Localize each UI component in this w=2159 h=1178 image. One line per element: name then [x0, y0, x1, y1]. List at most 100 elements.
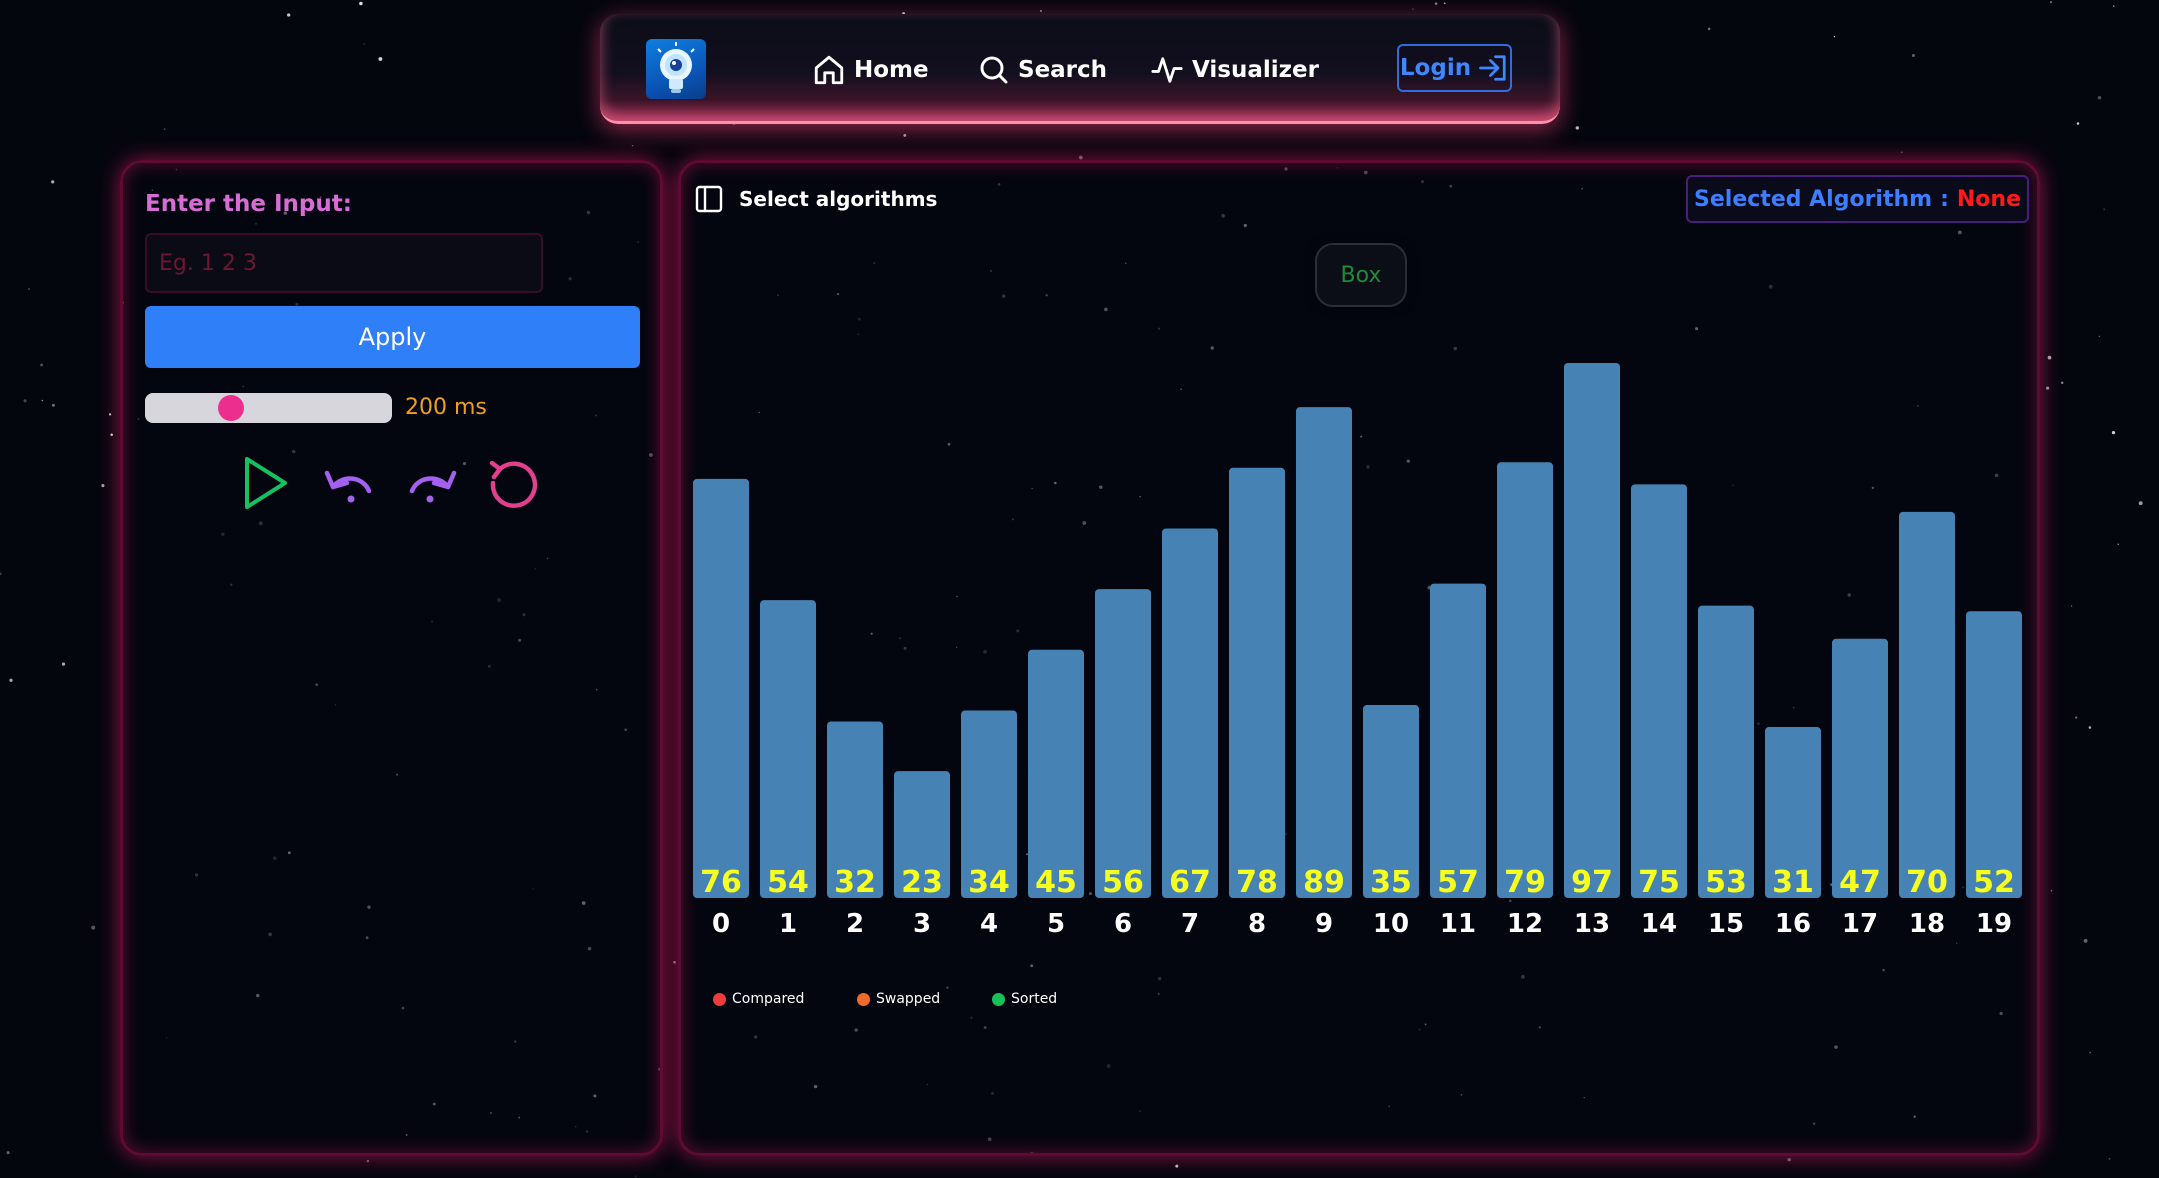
star [91, 925, 96, 930]
bar-value-label: 45 [1035, 865, 1077, 900]
bar-value-label: 75 [1638, 865, 1680, 900]
nav-home[interactable]: Home [812, 50, 929, 90]
star [2076, 122, 2080, 125]
bar-index-label: 10 [1373, 909, 1409, 939]
nav-visualizer-label: Visualizer [1192, 57, 1319, 83]
star [2098, 335, 2101, 338]
bar-value-label: 54 [767, 865, 809, 900]
star [1911, 53, 1915, 58]
star [2117, 543, 2119, 545]
star [28, 288, 30, 290]
bar-value-label: 52 [1973, 865, 2015, 900]
star [163, 128, 166, 130]
star [2083, 939, 2088, 943]
star [1434, 2, 1438, 5]
play-button[interactable] [238, 455, 294, 511]
nav-visualizer[interactable]: Visualizer [1150, 50, 1319, 90]
bar-value-label: 89 [1303, 865, 1345, 900]
star [51, 403, 55, 407]
visualizer-panel: Select algorithms Selected Algorithm : N… [678, 160, 2040, 1156]
login-arrow-icon [1479, 55, 1506, 81]
undo-icon [324, 470, 372, 503]
activity-icon [1151, 57, 1183, 83]
bar-6 [1095, 589, 1151, 898]
bar-index-label: 7 [1181, 909, 1199, 939]
bar-18 [1899, 511, 1955, 898]
login-label: Login [1399, 55, 1472, 81]
star [9, 678, 13, 682]
star [2046, 386, 2050, 390]
bar-value-label: 47 [1839, 865, 1881, 900]
logo[interactable] [646, 39, 706, 99]
bar-index-label: 17 [1842, 909, 1878, 939]
nav-search[interactable]: Search [978, 50, 1107, 90]
star [2097, 95, 2102, 100]
star [1833, 36, 1836, 38]
bar-value-label: 97 [1571, 865, 1613, 900]
navbar: Home Search Visualizer Login [600, 14, 1560, 124]
bar-index-label: 9 [1315, 909, 1333, 939]
reset-button[interactable] [486, 455, 542, 511]
star [2112, 5, 2115, 7]
star [1901, 151, 1903, 153]
legend-sorted-label: Sorted [1011, 991, 1058, 1007]
bar-9 [1296, 407, 1352, 898]
input-panel: Enter the Input: Apply 200 ms [120, 160, 663, 1156]
nav-home-label: Home [854, 57, 929, 83]
speed-slider[interactable] [145, 393, 392, 423]
star [23, 399, 27, 403]
page: Home Search Visualizer Login Enter the I… [0, 0, 2159, 1178]
bar-15 [1698, 605, 1754, 898]
login-button[interactable]: Login [1397, 44, 1512, 92]
bar-value-label: 35 [1370, 865, 1412, 900]
star [2075, 716, 2078, 719]
star [1707, 27, 1711, 31]
apply-button[interactable]: Apply [145, 306, 640, 368]
star [110, 433, 113, 436]
bar-index-label: 18 [1909, 909, 1945, 939]
speed-slider-thumb[interactable] [218, 395, 244, 421]
star [1575, 126, 1579, 130]
bar-index-label: 2 [846, 909, 864, 939]
undo-button[interactable] [321, 455, 377, 511]
star [2070, 605, 2073, 607]
bar-index-label: 15 [1708, 909, 1744, 939]
array-input[interactable] [145, 233, 543, 293]
star [41, 399, 44, 402]
nav-search-label: Search [1018, 57, 1108, 83]
bar-chart: 76 0 54 1 32 2 23 3 34 4 45 5 56 6 67 7 78 8 89 9 35 10 57 11 79… [693, 363, 2022, 939]
star [673, 961, 676, 964]
bar-12 [1497, 462, 1553, 898]
star [287, 13, 291, 17]
bar-index-label: 11 [1440, 909, 1476, 939]
bar-index-label: 6 [1114, 909, 1132, 939]
bar-index-label: 14 [1641, 909, 1677, 939]
bar-14 [1631, 484, 1687, 898]
star [2103, 208, 2105, 211]
star [2060, 381, 2064, 385]
star [1040, 10, 1042, 12]
bar-value-label: 67 [1169, 865, 1211, 900]
star [903, 133, 907, 137]
bar-value-label: 57 [1437, 865, 1479, 900]
bar-value-label: 23 [901, 865, 943, 900]
star [2050, 889, 2053, 892]
star [101, 484, 105, 488]
bar-index-label: 4 [980, 909, 998, 939]
bar-index-label: 8 [1248, 909, 1266, 939]
redo-button[interactable] [404, 455, 460, 511]
bar-value-label: 34 [968, 865, 1010, 900]
bar-index-label: 3 [913, 909, 931, 939]
star [40, 363, 44, 367]
legend-swapped-label: Swapped [876, 991, 941, 1007]
star [1787, 1158, 1791, 1162]
bar-0 [693, 478, 749, 898]
star [363, 43, 365, 45]
legend-compared-dot [713, 992, 726, 1006]
lightbulb-logo-icon [657, 42, 695, 93]
legend-sorted: Sorted [992, 989, 1057, 1009]
star [1175, 1164, 1179, 1168]
bar-value-label: 53 [1705, 865, 1747, 900]
legend-sorted-dot [992, 992, 1005, 1006]
bar-13 [1564, 363, 1620, 898]
